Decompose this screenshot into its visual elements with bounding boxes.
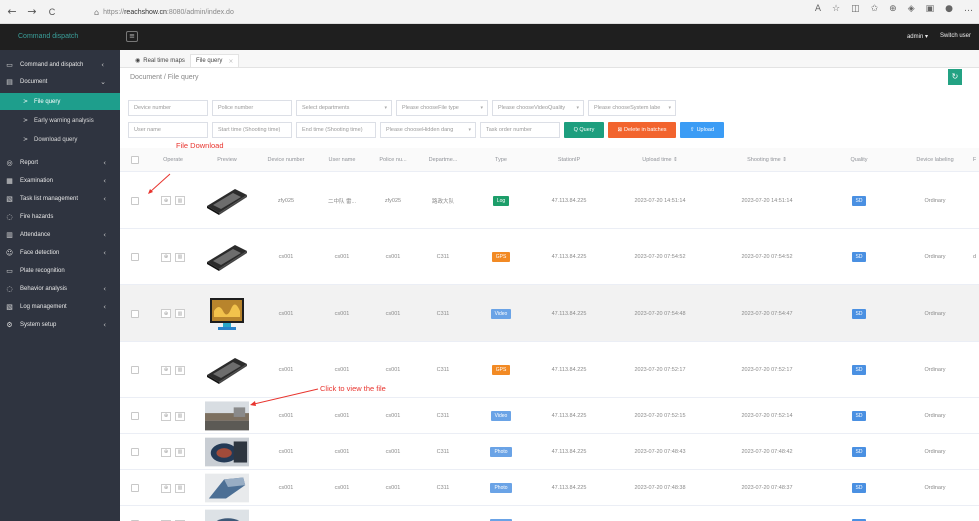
annotation-arrowhead-view bbox=[250, 401, 256, 406]
annotation-click-view: Click to view the file bbox=[320, 384, 386, 393]
annotation-file-download: File Download bbox=[176, 141, 224, 150]
annotation-arrow-view bbox=[253, 388, 319, 405]
annotation-arrow-download bbox=[149, 173, 171, 193]
annotation-overlay bbox=[148, 173, 319, 406]
